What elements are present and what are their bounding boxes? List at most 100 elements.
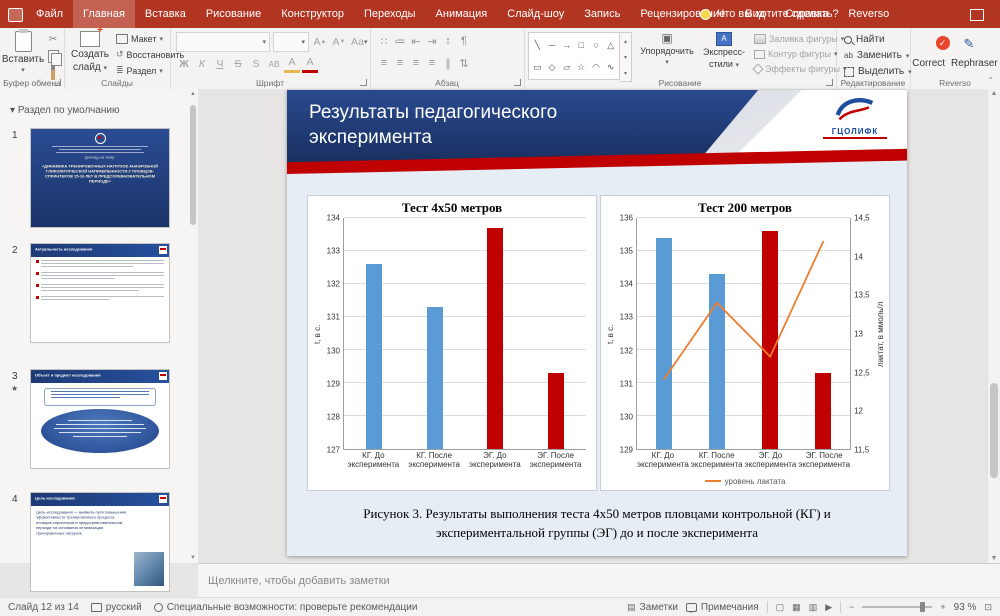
ribbon-tab-7[interactable]: Слайд-шоу xyxy=(497,0,574,28)
ribbon-tab-4[interactable]: Конструктор xyxy=(271,0,354,28)
panel-scrollbar[interactable]: ▲ ▼ xyxy=(189,91,197,561)
notes-pane[interactable]: Щелкните, чтобы добавить заметки xyxy=(198,563,1000,597)
highlight-color-button[interactable]: А xyxy=(284,54,300,73)
ribbon-tab-8[interactable]: Запись xyxy=(574,0,630,28)
comments-button[interactable]: Примечания xyxy=(686,602,759,613)
align-center-icon[interactable]: ≡ xyxy=(392,55,408,71)
arrange-button[interactable]: ▣ Упорядочить ▾ xyxy=(638,32,696,67)
figure-caption[interactable]: Рисунок 3. Результаты выполнения теста 4… xyxy=(317,505,877,543)
new-slide-button[interactable]: Создать слайд ▾ xyxy=(68,31,112,73)
slide-title[interactable]: Результаты педагогического эксперимента xyxy=(309,101,639,150)
dialog-launcher-icon[interactable] xyxy=(514,79,521,86)
slide-thumbnail-1[interactable]: Доклад на тему: «ДИНАМИКА ТРЕНИРОВОЧНЫХ … xyxy=(30,128,170,228)
font-name-combo[interactable]: ▾ xyxy=(176,32,270,52)
ribbon-tab-3[interactable]: Рисование xyxy=(196,0,271,28)
scrollbar-thumb[interactable] xyxy=(190,105,196,225)
university-logo: ГЦОЛИФК xyxy=(813,96,897,139)
group-label: Шрифт xyxy=(170,78,370,88)
scrollbar-thumb[interactable] xyxy=(990,383,998,478)
secondary-y-tick-label: 13,5 xyxy=(854,291,870,300)
strikethrough-button[interactable]: S xyxy=(230,56,246,72)
ribbon-tab-0[interactable]: Файл xyxy=(26,0,73,28)
line-spacing-icon[interactable]: ↕ xyxy=(440,33,456,49)
zoom-slider-thumb[interactable] xyxy=(920,602,925,612)
dialog-launcher-icon[interactable] xyxy=(360,79,367,86)
slide-thumbnail-2[interactable]: Актуальность исследования xyxy=(30,243,170,343)
replace-button[interactable]: ab Заменить▾ xyxy=(844,50,912,61)
smartart-convert-icon[interactable]: ⇅ xyxy=(456,55,472,71)
ribbon-tab-5[interactable]: Переходы xyxy=(354,0,426,28)
slide-sorter-view-icon[interactable]: ▦ xyxy=(792,602,801,613)
thumbnail-title: «ДИНАМИКА ТРЕНИРОВОЧНЫХ НАГРУЗОК АНАЭРОБ… xyxy=(39,164,161,184)
grow-font-button[interactable]: А▲ xyxy=(312,34,328,50)
scroll-up-icon[interactable]: ▲ xyxy=(988,90,1000,97)
chart-test-200m[interactable]: Тест 200 метров t, в с. 1291301311321331… xyxy=(600,195,890,491)
correct-label[interactable]: Correct xyxy=(912,58,945,69)
columns-icon[interactable]: ∥ xyxy=(440,55,456,71)
character-spacing-button[interactable]: АВ xyxy=(266,56,282,72)
slide-thumbnail-4[interactable]: Цель исследования Цель исследования — вы… xyxy=(30,492,170,592)
shapes-gallery[interactable]: ╲─→□○△ ▭◇▱☆◠∿ xyxy=(528,32,620,80)
reverso-correct-icon[interactable]: ✓ xyxy=(936,36,950,50)
notes-button[interactable]: ▤ Заметки xyxy=(627,602,678,613)
find-button[interactable]: Найти xyxy=(844,34,912,45)
shrink-font-button[interactable]: А▼ xyxy=(331,34,347,50)
ribbon-tab-6[interactable]: Анимация xyxy=(426,0,498,28)
collapse-ribbon-icon[interactable]: ⌃ xyxy=(987,76,994,85)
reading-view-icon[interactable]: ▥ xyxy=(809,602,818,613)
align-left-icon[interactable]: ≡ xyxy=(376,55,392,71)
copy-button[interactable] xyxy=(45,49,61,63)
decrease-indent-icon[interactable]: ⇤ xyxy=(408,33,424,49)
tell-me-search[interactable]: Что вы хотите сделать? xyxy=(700,0,839,28)
reverso-rephraser-icon[interactable]: ✎ xyxy=(964,36,975,52)
slideshow-icon[interactable]: ▶ xyxy=(825,602,832,613)
section-header[interactable]: ▾ Раздел по умолчанию xyxy=(10,105,120,116)
clipboard-mini-buttons: ✂ xyxy=(45,32,61,80)
text-shadow-button[interactable]: S xyxy=(248,56,264,72)
shape-fill-button[interactable]: Заливка фигуры▾ xyxy=(754,34,847,44)
quick-styles-button[interactable]: А Экспресс- стили ▾ xyxy=(698,32,750,70)
align-right-icon[interactable]: ≡ xyxy=(408,55,424,71)
editor-scrollbar[interactable]: ▲ ▼ xyxy=(987,89,1000,563)
select-button[interactable]: Выделить▾ xyxy=(844,66,912,77)
chart-test-4x50[interactable]: Тест 4х50 метров t, в с. 127128129130131… xyxy=(307,195,597,491)
increase-indent-icon[interactable]: ⇥ xyxy=(424,33,440,49)
secondary-y-tick-label: 12 xyxy=(854,407,863,416)
slide-canvas[interactable]: Результаты педагогического эксперимента … xyxy=(287,90,907,556)
font-size-combo[interactable]: ▾ xyxy=(273,32,309,52)
bullets-icon[interactable]: ∷ xyxy=(376,33,392,49)
shape-effects-button[interactable]: Эффекты фигуры▾ xyxy=(754,64,847,74)
ribbon-tab-12[interactable]: Reverso xyxy=(838,0,899,28)
shapes-gallery-scroll[interactable]: ▴▾▾ xyxy=(620,32,632,82)
dialog-launcher-icon[interactable] xyxy=(826,79,833,86)
justify-icon[interactable]: ≡ xyxy=(424,55,440,71)
app-icon[interactable] xyxy=(8,8,23,22)
fit-to-window-icon[interactable]: ⊡ xyxy=(984,602,992,613)
scroll-down-icon[interactable]: ▼ xyxy=(988,555,1000,562)
underline-button[interactable]: Ч xyxy=(212,56,228,72)
normal-view-icon[interactable]: ▢ xyxy=(776,602,785,613)
change-case-button[interactable]: Аа▾ xyxy=(350,34,368,50)
scroll-up-icon[interactable]: ▲ xyxy=(189,91,197,97)
accessibility-checker[interactable]: Специальные возможности: проверьте реком… xyxy=(154,602,418,613)
text-direction-icon[interactable]: ¶ xyxy=(456,33,472,49)
zoom-out-icon[interactable]: − xyxy=(849,602,854,612)
language-indicator[interactable]: русский xyxy=(91,602,142,613)
zoom-level[interactable]: 93 % xyxy=(954,602,977,613)
cut-icon[interactable]: ✂ xyxy=(45,32,61,46)
slide-thumbnail-3[interactable]: Объект и предмет исследования xyxy=(30,369,170,469)
zoom-in-icon[interactable]: + xyxy=(940,602,945,612)
ribbon-tab-2[interactable]: Вставка xyxy=(135,0,196,28)
font-color-button[interactable]: А xyxy=(302,54,318,73)
italic-button[interactable]: К xyxy=(194,56,210,72)
zoom-slider[interactable] xyxy=(862,606,932,608)
scroll-down-icon[interactable]: ▼ xyxy=(189,555,197,561)
shape-outline-button[interactable]: Контур фигуры▾ xyxy=(754,49,847,59)
window-restore-icon[interactable] xyxy=(970,9,984,21)
ribbon-tab-1[interactable]: Главная xyxy=(73,0,135,28)
dialog-launcher-icon[interactable] xyxy=(54,79,61,86)
bold-button[interactable]: Ж xyxy=(176,56,192,72)
paste-button[interactable]: Вставить ▾ xyxy=(2,31,44,75)
rephraser-label[interactable]: Rephraser xyxy=(951,58,998,69)
numbering-icon[interactable]: ≔ xyxy=(392,33,408,49)
